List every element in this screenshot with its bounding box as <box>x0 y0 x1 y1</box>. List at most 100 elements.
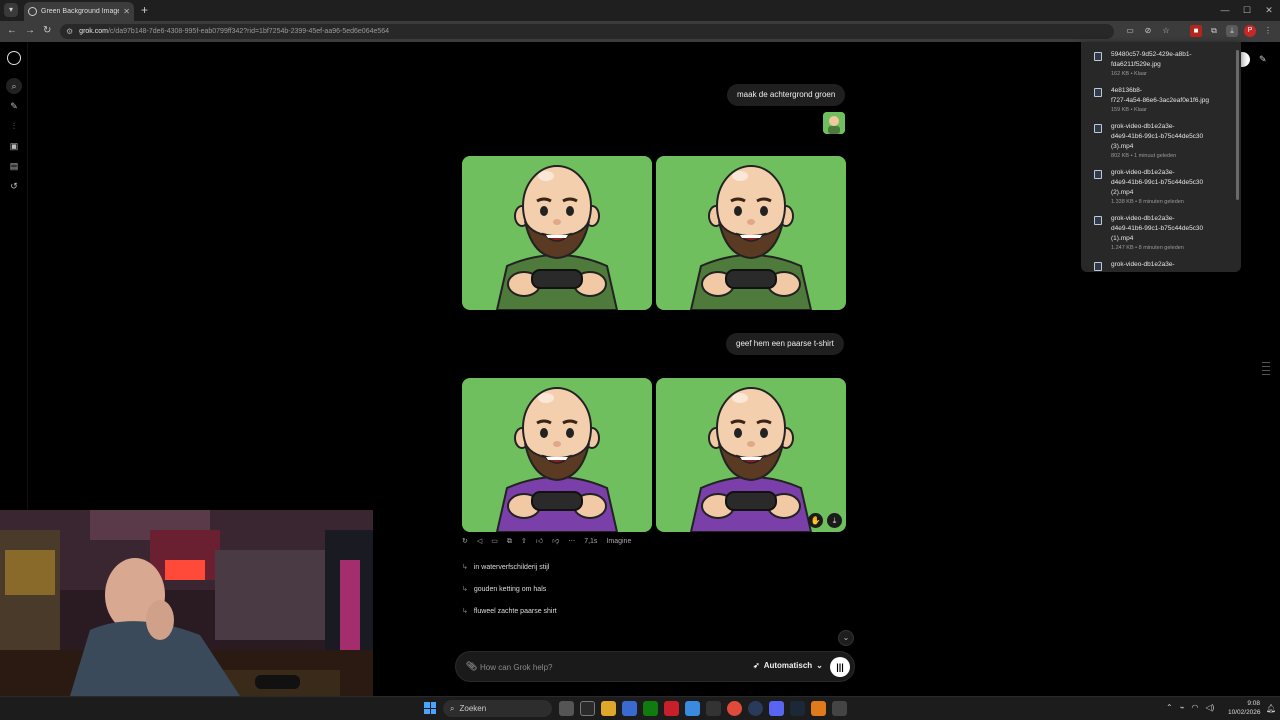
voice-mode-button[interactable]: ||| <box>830 657 850 677</box>
downloads-scrollbar[interactable] <box>1236 50 1239 200</box>
forward-button[interactable]: → <box>25 25 35 36</box>
notification-bell-icon[interactable]: 🔔︎ <box>1266 704 1276 713</box>
tray-chevron-icon[interactable]: ⌃ <box>1166 703 1173 712</box>
download-item[interactable]: grok-video-db1e2a3e- d4e9-41b6-99c1-b75c… <box>1081 122 1233 161</box>
download-item[interactable]: grok-video-db1e2a3e- d4e9-41b6-99c1-b75c… <box>1081 214 1233 253</box>
wifi-icon[interactable]: ◠ <box>1192 703 1199 712</box>
copilot-icon[interactable] <box>580 701 595 716</box>
volume-icon[interactable]: ◁) <box>1206 703 1215 712</box>
rocket-icon: ➶ <box>753 661 760 670</box>
star-icon[interactable]: ☆ <box>1160 25 1172 37</box>
discord-icon[interactable] <box>769 701 784 716</box>
download-item[interactable]: grok-video-db1e2a3e- d4e9-41b6-99c1-b75c… <box>1081 168 1233 207</box>
video-file-icon <box>1094 216 1102 225</box>
edit-icon[interactable]: ✎ <box>1259 54 1267 65</box>
maximize-button[interactable]: ☐ <box>1236 0 1258 21</box>
extension-red-icon[interactable]: ■ <box>1190 25 1202 37</box>
chevron-down-icon: ⌄ <box>816 661 823 670</box>
conversation-minimap[interactable] <box>1262 362 1270 378</box>
share-icon[interactable]: ⇧ <box>521 536 527 548</box>
file-icon <box>1094 52 1102 61</box>
download-image-icon[interactable]: ⤓ <box>827 513 842 528</box>
file-explorer-icon[interactable] <box>601 701 616 716</box>
video-file-icon <box>1094 262 1102 271</box>
thumbs-down-icon[interactable]: 👎︎ <box>552 536 559 548</box>
suggestion-item[interactable]: ↳ in waterverfschilderij stijl <box>462 563 549 572</box>
mode-selector[interactable]: ➶ Automatisch ⌄ <box>753 661 823 670</box>
generated-image[interactable] <box>656 156 846 310</box>
more-icon[interactable]: ⋯ <box>568 536 575 548</box>
suggestion-item[interactable]: ↳ gouden ketting om hals <box>462 585 546 594</box>
new-chat-icon[interactable]: ✎ <box>8 100 20 112</box>
projects-icon[interactable]: ▤ <box>8 160 20 172</box>
capcut-icon[interactable] <box>706 701 721 716</box>
app-generic-icon[interactable] <box>832 701 847 716</box>
address-bar[interactable]: ⚙ grok.com/c/da97b148-7de6-4308-995f-eab… <box>60 24 1114 39</box>
downloads-panel: 59480c57-9d52-429e-a8b1- fda6211f529e.jp… <box>1081 42 1241 272</box>
webcam-overlay <box>0 510 373 696</box>
extensions-puzzle-icon[interactable]: ⧉ <box>1208 25 1220 37</box>
chrome-icon[interactable] <box>727 701 742 716</box>
tab-title: Green Background Image Edit <box>41 8 120 15</box>
attach-icon[interactable]: 📎︎ <box>466 661 477 672</box>
scroll-to-bottom-button[interactable]: ⌄ <box>838 630 854 646</box>
menu-kebab-icon[interactable]: ⋮ <box>1262 25 1274 37</box>
site-info-icon[interactable]: ⚙ <box>66 27 73 36</box>
downloads-icon[interactable]: ⤓ <box>1226 25 1238 37</box>
reload-button[interactable]: ↻ <box>43 25 51 36</box>
grok-logo-icon[interactable] <box>7 51 21 65</box>
generated-image[interactable] <box>462 156 652 310</box>
windows-start-icon[interactable] <box>424 702 436 714</box>
generated-image[interactable] <box>462 378 652 532</box>
app-red-icon[interactable] <box>664 701 679 716</box>
cast-icon[interactable]: ▭ <box>1124 25 1136 37</box>
browser-tab[interactable]: Green Background Image Edit ✕ <box>24 2 134 21</box>
minimize-button[interactable]: — <box>1214 0 1236 21</box>
close-tab-icon[interactable]: ✕ <box>123 7 130 16</box>
extension-icons: ▭ ⊘ ☆ ■ ⧉ ⤓ P ⋮ <box>1124 25 1274 37</box>
imagine-icon[interactable]: ▣ <box>8 140 20 152</box>
file-icon <box>1094 88 1102 97</box>
history-icon[interactable]: ↺ <box>8 180 20 192</box>
search-icon[interactable]: ⌕ <box>6 78 22 94</box>
close-window-button[interactable]: ✕ <box>1258 0 1280 21</box>
response-actions: ↻ ◁ ▭ ⧉ ⇧ 👍︎ 👎︎ ⋯ 7,1s Imagine <box>462 536 631 548</box>
comment-icon[interactable]: ▭ <box>491 536 498 548</box>
network-icon[interactable]: ⌁ <box>1180 703 1185 712</box>
obs-icon[interactable] <box>748 701 763 716</box>
voice-icon[interactable]: ⫶ <box>8 120 20 132</box>
taskbar-search[interactable]: ⌕ Zoeken <box>443 700 552 717</box>
video-file-icon <box>1094 170 1102 179</box>
reply-arrow-icon: ↳ <box>462 564 468 571</box>
prompt-input[interactable] <box>480 660 730 674</box>
regenerate-icon[interactable]: ↻ <box>462 536 468 548</box>
attached-image-thumbnail[interactable] <box>823 112 845 134</box>
message-composer: 📎︎ ➶ Automatisch ⌄ ||| <box>455 651 855 682</box>
back-button[interactable]: ← <box>7 25 17 36</box>
eye-off-icon[interactable]: ⊘ <box>1142 25 1154 37</box>
store-icon[interactable] <box>622 701 637 716</box>
vlc-icon[interactable] <box>811 701 826 716</box>
copy-icon[interactable]: ⧉ <box>507 536 512 548</box>
taskbar-apps <box>559 701 847 716</box>
download-item[interactable]: 59480c57-9d52-429e-a8b1- fda6211f529e.jp… <box>1081 50 1233 79</box>
animate-image-icon[interactable]: ✋ <box>808 513 823 528</box>
generated-image[interactable] <box>656 378 846 532</box>
thumbs-up-icon[interactable]: 👍︎ <box>536 536 543 548</box>
download-item[interactable]: 4e8136b8- f727-4a54-86e6-3ac2eaf0e1f6.jp… <box>1081 86 1233 115</box>
new-tab-button[interactable]: + <box>141 3 148 17</box>
app-blue-icon[interactable] <box>685 701 700 716</box>
suggestion-item[interactable]: ↳ fluweel zachte paarse shirt <box>462 607 557 616</box>
task-view-icon[interactable] <box>559 701 574 716</box>
taskbar: ⌕ Zoeken ⌃ ⌁ ◠ ◁) 9:08 10/02/2026 🔔︎ <box>0 696 1280 720</box>
steam-icon[interactable] <box>790 701 805 716</box>
download-item[interactable]: grok-video-db1e2a3e- <box>1081 260 1233 271</box>
reply-arrow-icon: ↳ <box>462 586 468 593</box>
video-file-icon <box>1094 124 1102 133</box>
clock[interactable]: 9:08 10/02/2026 <box>1228 699 1261 717</box>
grok-favicon-icon <box>28 7 37 16</box>
read-aloud-icon[interactable]: ◁ <box>477 536 482 548</box>
xbox-icon[interactable] <box>643 701 658 716</box>
tab-search-button[interactable]: ▾ <box>4 3 18 17</box>
profile-avatar[interactable]: P <box>1244 25 1256 37</box>
